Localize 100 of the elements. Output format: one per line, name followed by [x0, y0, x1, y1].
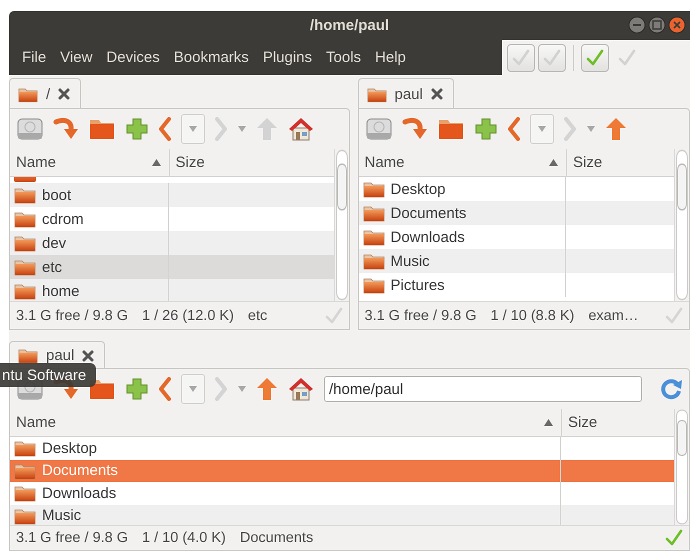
folder-icon: [14, 258, 36, 276]
menu-item[interactable]: Devices: [99, 45, 167, 70]
history-dropdown[interactable]: [181, 374, 205, 404]
folder-icon: [366, 86, 386, 102]
file-name: Music: [390, 252, 430, 270]
caret-icon[interactable]: [237, 385, 247, 393]
file-name: Downloads: [42, 484, 116, 502]
folder-icon: [14, 439, 36, 458]
folder-icon: [14, 462, 36, 480]
minimize-icon[interactable]: [628, 16, 646, 34]
file-row[interactable]: etc: [10, 255, 334, 279]
status-text: Documents: [240, 530, 314, 546]
check-button[interactable]: [538, 44, 566, 72]
check-icon: [586, 48, 604, 66]
file-name: boot: [42, 186, 72, 204]
caret-icon[interactable]: [188, 125, 198, 133]
column-header[interactable]: Name: [358, 149, 566, 176]
folder-icon: [18, 347, 38, 364]
close-icon[interactable]: [668, 16, 686, 34]
folder-icon: [14, 282, 36, 300]
history-dropdown[interactable]: [181, 114, 205, 144]
path-field[interactable]: /home/paul: [324, 376, 642, 402]
status-text: etc: [248, 308, 268, 324]
tab-label: paul: [46, 347, 74, 364]
history-dropdown[interactable]: [530, 114, 554, 144]
refresh-icon[interactable]: [659, 377, 683, 401]
scrollbar[interactable]: [334, 149, 348, 301]
up-arrow-icon[interactable]: [256, 376, 278, 402]
menu-item[interactable]: View: [53, 45, 100, 70]
check-icon: [665, 529, 683, 547]
close-icon[interactable]: [82, 350, 94, 362]
check-button[interactable]: [581, 44, 609, 72]
new-folder-icon[interactable]: [88, 377, 116, 401]
status-text: 3.1 G free / 9.8 G: [16, 530, 128, 546]
tab[interactable]: paul: [358, 78, 454, 109]
file-row[interactable]: home: [10, 279, 334, 301]
sort-arrow-icon: [152, 159, 160, 166]
file-name: Music: [42, 507, 82, 524]
tab-label: /: [46, 86, 50, 102]
status-text: 1 / 26 (12.0 K): [142, 308, 234, 324]
file-name: Pictures: [390, 276, 445, 294]
status-text: exam…: [588, 308, 638, 324]
folder-icon: [362, 252, 384, 270]
file-name: dev: [42, 234, 66, 252]
menu-item[interactable]: Bookmarks: [166, 45, 256, 70]
back-icon[interactable]: [506, 116, 520, 142]
check-icon[interactable]: [618, 48, 636, 66]
maximize-icon[interactable]: [648, 16, 666, 34]
file-row[interactable]: dev: [10, 231, 334, 255]
scrollbar[interactable]: [674, 149, 689, 301]
home-icon[interactable]: [287, 116, 315, 142]
back-icon[interactable]: [158, 376, 172, 402]
tab[interactable]: /: [9, 78, 82, 109]
column-header[interactable]: Name: [10, 149, 168, 176]
folder-icon: [14, 210, 36, 228]
folder-icon: [14, 234, 36, 252]
home-icon[interactable]: [287, 376, 315, 402]
file-name: home: [42, 282, 80, 300]
file-row[interactable]: Music: [358, 249, 674, 273]
folder-icon: [362, 276, 384, 294]
back-icon[interactable]: [158, 116, 172, 142]
status-text: 1 / 10 (4.0 K): [142, 530, 226, 546]
check-icon: [543, 48, 561, 66]
sort-arrow-icon: [544, 419, 553, 426]
scrollbar[interactable]: [674, 409, 689, 525]
file-name: Downloads: [390, 228, 465, 246]
column-header[interactable]: Name: [10, 409, 561, 436]
check-button[interactable]: [507, 44, 535, 72]
check-icon: [324, 306, 342, 324]
tab-label: paul: [394, 86, 423, 102]
menu-item[interactable]: Help: [368, 45, 413, 70]
plus-icon[interactable]: [125, 117, 149, 141]
check-icon: [665, 306, 683, 324]
check-icon: [512, 48, 530, 66]
folder-icon: [362, 180, 384, 198]
file-row[interactable]: Documents: [358, 201, 674, 225]
caret-icon[interactable]: [536, 125, 546, 133]
menu-item[interactable]: Plugins: [256, 45, 320, 70]
plus-icon[interactable]: [125, 377, 149, 401]
caret-icon[interactable]: [188, 385, 198, 393]
folder-icon: [14, 484, 36, 502]
file-name: Documents: [42, 462, 118, 480]
menu-item[interactable]: File: [15, 45, 54, 70]
close-icon[interactable]: [58, 88, 70, 100]
file-name: etc: [42, 258, 62, 276]
file-row[interactable]: Music: [10, 504, 674, 525]
file-name: Documents: [390, 204, 466, 222]
plus-icon[interactable]: [474, 117, 498, 141]
window-title: /home/paul: [310, 17, 390, 34]
caret-icon[interactable]: [586, 125, 596, 133]
file-row[interactable]: boot: [10, 183, 334, 207]
menu-item[interactable]: Tools: [319, 45, 368, 70]
folder-icon: [14, 186, 36, 204]
folder-icon: [18, 86, 38, 102]
caret-icon[interactable]: [237, 125, 247, 133]
file-name: Desktop: [390, 180, 446, 198]
close-icon[interactable]: [430, 88, 443, 100]
up-arrow-icon[interactable]: [604, 116, 626, 142]
file-name: Desktop: [42, 440, 98, 457]
status-text: 3.1 G free / 9.8 G: [16, 308, 128, 324]
